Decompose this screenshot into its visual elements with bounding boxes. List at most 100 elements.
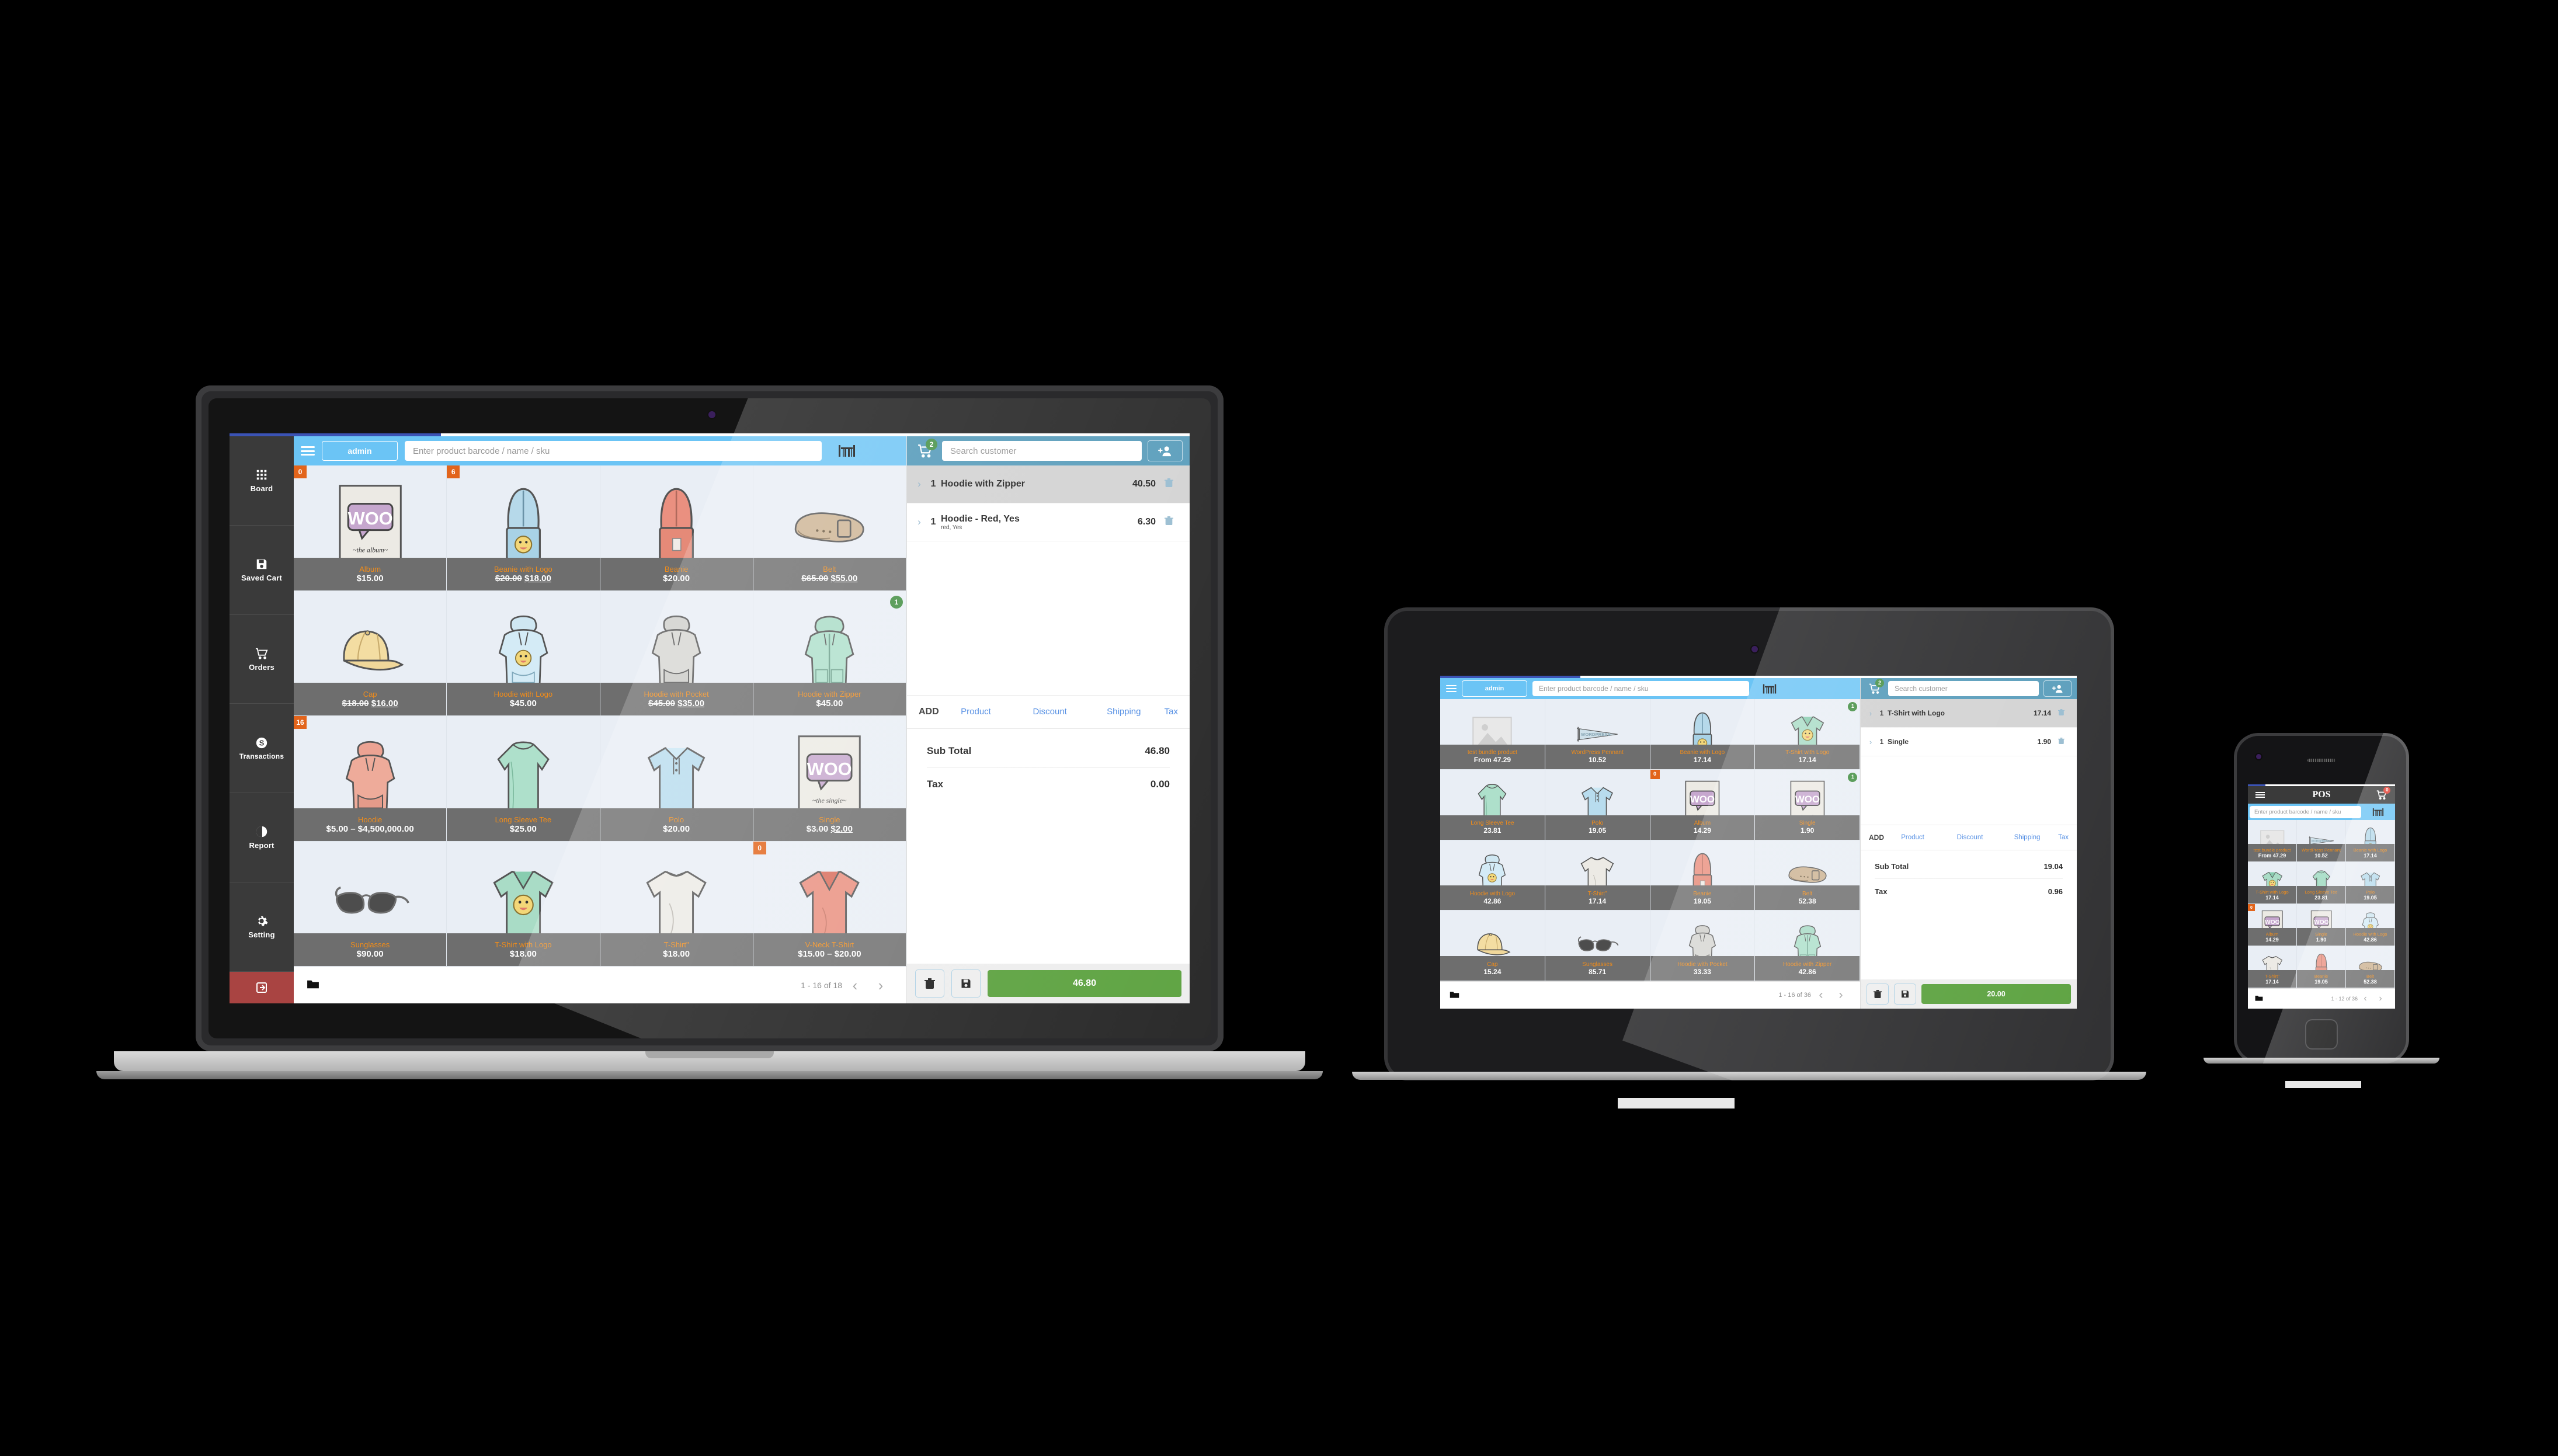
next-page-button[interactable]: › — [1831, 988, 1851, 1002]
product-tile[interactable]: Cap 15.24 — [1440, 911, 1545, 981]
folder-icon[interactable] — [2255, 995, 2263, 1003]
clear-cart-button[interactable] — [915, 969, 944, 998]
product-tile[interactable]: Cap $18.00 $16.00 — [294, 590, 447, 716]
product-tile[interactable]: 0 Album 14.29 — [1650, 769, 1756, 840]
add-discount-link[interactable]: Discount — [1013, 707, 1087, 717]
cart-line-item[interactable]: › 1 Hoodie - Red, Yes red, Yes 6.30 — [907, 503, 1190, 541]
chevron-right-icon[interactable]: › — [913, 516, 926, 528]
product-tile[interactable]: Polo 19.05 — [2346, 862, 2395, 904]
product-tile[interactable]: Sunglasses $90.00 — [294, 841, 447, 967]
product-tile[interactable]: Hoodie with Logo 42.86 — [2346, 904, 2395, 946]
cart-line-item[interactable]: › 1 Single 1.90 — [1861, 728, 2077, 756]
add-product-link[interactable]: Product — [1884, 834, 1941, 841]
cart-icon[interactable]: 2 — [1866, 679, 1884, 697]
product-tile[interactable]: test bundle product From 47.29 — [2248, 820, 2297, 862]
product-tile[interactable]: 1 Hoodie with Zipper $45.00 — [753, 590, 906, 716]
product-tile[interactable]: Beanie 19.05 — [2297, 946, 2346, 988]
search-input[interactable]: Enter product barcode / name / sku — [2250, 805, 2361, 818]
product-tile[interactable]: 0 V-Neck T-Shirt $15.00 – $20.00 — [753, 841, 906, 967]
user-chip[interactable]: admin — [1462, 680, 1527, 697]
product-tile[interactable]: WordPress Pennant 10.52 — [2297, 820, 2346, 862]
product-tile[interactable]: 0 Album 14.29 — [2248, 904, 2297, 946]
product-tile[interactable]: Single $3.00 $2.00 — [753, 716, 906, 842]
add-customer-button[interactable] — [1148, 440, 1183, 461]
phone-home-button[interactable] — [2305, 1019, 2338, 1050]
sidebar-item-board[interactable]: Board — [230, 436, 294, 526]
product-tile[interactable]: Belt 52.38 — [2346, 946, 2395, 988]
add-shipping-link[interactable]: Shipping — [1087, 707, 1161, 717]
sidebar-item-saved-cart[interactable]: Saved Cart — [230, 526, 294, 615]
hamburger-icon[interactable] — [1446, 684, 1457, 693]
customer-search-input[interactable]: Search customer — [942, 441, 1142, 461]
remove-item-button[interactable] — [2051, 737, 2071, 746]
product-tile[interactable]: T-Shirt" 17.14 — [2248, 946, 2297, 988]
chevron-right-icon[interactable]: › — [1865, 709, 1876, 718]
product-tile[interactable]: T-Shirt with Logo 17.14 — [2248, 862, 2297, 904]
prev-page-button[interactable]: ‹ — [842, 977, 868, 995]
product-tile[interactable]: Polo 19.05 — [1545, 769, 1650, 840]
next-page-button[interactable]: › — [868, 977, 894, 995]
folder-icon[interactable] — [307, 979, 319, 992]
remove-item-button[interactable] — [1156, 516, 1181, 529]
add-customer-button[interactable] — [2043, 680, 2072, 697]
add-discount-link[interactable]: Discount — [1941, 834, 1999, 841]
product-tile[interactable]: Beanie 19.05 — [1650, 840, 1756, 911]
hamburger-icon[interactable] — [2255, 792, 2265, 798]
cart-icon[interactable]: 2 — [914, 439, 937, 462]
cart-icon[interactable]: 0 — [2376, 786, 2391, 800]
product-tile[interactable]: Belt $65.00 $55.00 — [753, 465, 906, 591]
checkout-button[interactable]: 46.80 — [988, 970, 1181, 997]
remove-item-button[interactable] — [1156, 478, 1181, 491]
save-cart-button[interactable] — [951, 969, 981, 998]
customer-search-input[interactable]: Search customer — [1888, 681, 2039, 696]
product-tile[interactable]: Hoodie with Pocket 33.33 — [1650, 911, 1756, 981]
barcode-icon[interactable] — [1754, 680, 1785, 697]
prev-page-button[interactable]: ‹ — [2358, 993, 2373, 1004]
logout-button[interactable] — [230, 971, 294, 1003]
product-tile[interactable]: Long Sleeve Tee 23.81 — [1440, 769, 1545, 840]
cart-line-item[interactable]: › 1 T-Shirt with Logo 17.14 — [1861, 699, 2077, 728]
sidebar-item-report[interactable]: Report — [230, 793, 294, 883]
product-tile[interactable]: T-Shirt with Logo $18.00 — [447, 841, 600, 967]
product-tile[interactable]: Long Sleeve Tee 23.81 — [2297, 862, 2346, 904]
product-tile[interactable]: 1 T-Shirt with Logo 17.14 — [1755, 699, 1860, 770]
checkout-button[interactable]: 20.00 — [1921, 984, 2071, 1004]
product-tile[interactable]: Beanie $20.00 — [600, 465, 753, 591]
product-tile[interactable]: 6 Beanie with Logo $20.00 $18.00 — [447, 465, 600, 591]
save-cart-button[interactable] — [1894, 984, 1916, 1005]
product-tile[interactable]: Belt 52.38 — [1755, 840, 1860, 911]
add-shipping-link[interactable]: Shipping — [1999, 834, 2056, 841]
remove-item-button[interactable] — [2051, 708, 2071, 718]
chevron-right-icon[interactable]: › — [1865, 738, 1876, 746]
hamburger-icon[interactable] — [301, 445, 315, 457]
next-page-button[interactable]: › — [2373, 993, 2388, 1004]
barcode-icon[interactable] — [829, 439, 865, 463]
user-chip[interactable]: admin — [322, 441, 398, 461]
cart-line-item[interactable]: › 1 Hoodie with Zipper 40.50 — [907, 465, 1190, 503]
product-tile[interactable]: Hoodie with Zipper 42.86 — [1755, 911, 1860, 981]
product-tile[interactable]: test bundle product From 47.29 — [1440, 699, 1545, 770]
product-tile[interactable]: T-Shirt" 17.14 — [1545, 840, 1650, 911]
product-tile[interactable]: Polo $20.00 — [600, 716, 753, 842]
add-tax-link[interactable]: Tax — [1161, 707, 1178, 717]
product-tile[interactable]: Hoodie with Pocket $45.00 $35.00 — [600, 590, 753, 716]
barcode-icon[interactable] — [2361, 804, 2395, 819]
product-tile[interactable]: Sunglasses 85.71 — [1545, 911, 1650, 981]
clear-cart-button[interactable] — [1867, 984, 1889, 1005]
search-input[interactable]: Enter product barcode / name / sku — [405, 441, 822, 461]
product-tile[interactable]: Hoodie with Logo $45.00 — [447, 590, 600, 716]
chevron-right-icon[interactable]: › — [913, 478, 926, 490]
product-tile[interactable]: Single 1.90 — [2297, 904, 2346, 946]
product-tile[interactable]: Beanie with Logo 17.14 — [1650, 699, 1756, 770]
folder-icon[interactable] — [1450, 991, 1459, 1000]
sidebar-item-orders[interactable]: Orders — [230, 615, 294, 704]
product-tile[interactable]: Hoodie with Logo 42.86 — [1440, 840, 1545, 911]
product-tile[interactable]: Beanie with Logo 17.14 — [2346, 820, 2395, 862]
sidebar-item-setting[interactable]: Setting — [230, 882, 294, 972]
product-tile[interactable]: 0 Album $15.00 — [294, 465, 447, 591]
sidebar-item-transactions[interactable]: S Transactions — [230, 704, 294, 794]
add-tax-link[interactable]: Tax — [2056, 834, 2069, 841]
product-tile[interactable]: 16 Hoodie $5.00 – $4,500,000.00 — [294, 716, 447, 842]
add-product-link[interactable]: Product — [939, 707, 1013, 717]
product-tile[interactable]: T-Shirt" $18.00 — [600, 841, 753, 967]
